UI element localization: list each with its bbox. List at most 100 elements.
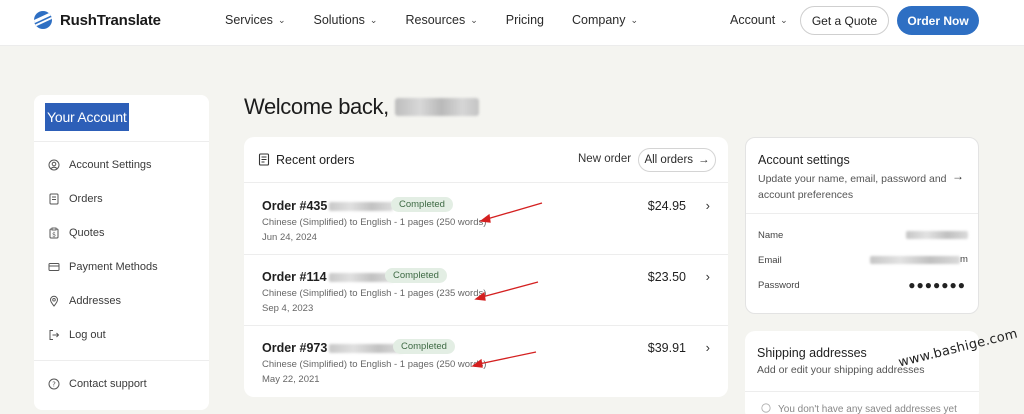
welcome-heading: Welcome back, (244, 94, 479, 120)
redacted-order-id (329, 201, 394, 211)
all-orders-label: All orders (644, 154, 694, 166)
receipt-icon (258, 153, 270, 171)
order-description: Chinese (Simplified) to English - 1 page… (262, 217, 487, 228)
order-number-text: Order #114 (262, 270, 327, 284)
svg-text:$: $ (52, 232, 56, 239)
sidebar-item-log-out[interactable]: Log out (48, 329, 106, 341)
status-badge: Completed (391, 197, 453, 212)
nav-services[interactable]: Services ⌄ (225, 13, 285, 27)
divider (34, 141, 209, 142)
arrow-right-icon[interactable]: → (952, 169, 964, 183)
chevron-down-icon: ⌄ (277, 14, 286, 25)
recent-orders-title: Recent orders (276, 153, 355, 167)
email-tail: m (960, 254, 968, 265)
order-price: $24.95 (647, 199, 686, 213)
sidebar-item-label: Orders (69, 193, 103, 205)
chevron-down-icon: ⌄ (780, 14, 788, 25)
order-row[interactable]: Order #435 Completed Chinese (Simplified… (244, 184, 728, 255)
empty-text: You don't have any saved addresses yet (778, 404, 957, 414)
sidebar-item-orders[interactable]: Orders (48, 193, 103, 205)
divider (746, 213, 978, 214)
new-order-link[interactable]: New order (578, 153, 631, 165)
redacted-email-value (870, 256, 960, 264)
order-row[interactable]: Order #973 Completed Chinese (Simplified… (244, 326, 728, 397)
contact-support-label: Contact support (69, 378, 147, 390)
account-settings-title: Account settings (758, 153, 850, 167)
chevron-down-icon: ⌄ (369, 14, 378, 25)
order-price: $23.50 (647, 270, 686, 284)
sidebar-item-label: Log out (69, 329, 106, 341)
order-number-text: Order #973 (262, 341, 328, 355)
chevron-down-icon: ⌄ (630, 14, 639, 25)
order-price: $39.91 (647, 341, 686, 355)
chevron-right-icon[interactable]: › (706, 269, 710, 284)
sidebar-item-label: Payment Methods (69, 261, 158, 273)
nav-label: Company (571, 13, 626, 27)
divider (745, 391, 979, 392)
order-row[interactable]: Order #114 Completed Chinese (Simplified… (244, 255, 728, 326)
recent-orders-card: Recent orders New order All orders → Ord… (244, 137, 728, 397)
clipboard-icon: $ (48, 227, 60, 239)
sidebar-item-label: Quotes (69, 227, 105, 239)
password-label: Password (758, 280, 800, 291)
status-badge: Completed (393, 339, 455, 354)
order-number-text: Order #435 (262, 199, 328, 213)
sidebar-item-label: Account Settings (69, 159, 152, 171)
order-date: Sep 4, 2023 (262, 303, 314, 314)
brand-name: RushTranslate (60, 11, 161, 29)
order-description: Chinese (Simplified) to English - 1 page… (262, 288, 487, 299)
sidebar-item-label: Addresses (69, 295, 121, 307)
order-number: Order #973 (262, 341, 404, 355)
account-menu[interactable]: Account ⌄ (730, 13, 788, 27)
nav-label: Services (225, 13, 273, 27)
document-icon (48, 193, 60, 205)
nav-pricing[interactable]: Pricing (506, 13, 544, 27)
order-date: May 22, 2021 (262, 374, 320, 385)
shipping-title: Shipping addresses (757, 346, 867, 360)
redacted-name-value (906, 231, 968, 239)
order-date: Jun 24, 2024 (262, 232, 317, 243)
password-value: ●●●●●●● (908, 278, 966, 292)
account-settings-card[interactable]: Account settings Update your name, email… (745, 137, 979, 314)
globe-logo-icon (34, 11, 52, 29)
credit-card-icon (48, 261, 60, 273)
get-quote-button[interactable]: Get a Quote (800, 6, 889, 35)
sidebar-item-addresses[interactable]: Addresses (48, 295, 121, 307)
location-pin-icon (48, 295, 60, 307)
nav-resources[interactable]: Resources ⌄ (405, 13, 477, 27)
name-label: Name (758, 230, 784, 241)
nav-label: Solutions (313, 13, 365, 27)
account-settings-subtitle: Update your name, email, password and ac… (758, 173, 947, 201)
top-navigation-bar: RushTranslate Services ⌄ Solutions ⌄ Resou… (0, 0, 1024, 46)
nav-company[interactable]: Company ⌄ (572, 13, 638, 27)
recent-orders-header: Recent orders New order All orders → (244, 137, 728, 183)
order-number: Order #435 (262, 199, 394, 213)
sidebar-item-quotes[interactable]: $ Quotes (48, 227, 104, 239)
user-circle-icon (48, 159, 60, 171)
email-label: Email (758, 255, 782, 266)
sidebar-item-account-settings[interactable]: Account Settings (48, 159, 152, 171)
chevron-right-icon[interactable]: › (706, 340, 710, 355)
sidebar-title: Your Account (45, 103, 129, 131)
nav-solutions[interactable]: Solutions ⌄ (313, 13, 377, 27)
brand-logo[interactable]: RushTranslate (34, 11, 161, 29)
welcome-text: Welcome back, (244, 94, 389, 119)
contact-support-link[interactable]: ? Contact support (48, 378, 147, 390)
status-badge: Completed (385, 268, 447, 283)
order-now-button[interactable]: Order Now (897, 6, 979, 35)
help-circle-icon: ? (48, 378, 60, 390)
account-sidebar: Your Account Account Settings Orders $ Q… (34, 95, 209, 410)
divider (34, 360, 209, 361)
order-description: Chinese (Simplified) to English - 1 page… (262, 359, 487, 370)
svg-text:?: ? (52, 381, 56, 389)
logout-icon (48, 329, 60, 341)
nav-label: Resources (405, 13, 466, 27)
account-label: Account (730, 13, 776, 27)
nav-label: Pricing (505, 13, 544, 27)
chevron-right-icon[interactable]: › (706, 198, 710, 213)
all-orders-button[interactable]: All orders → (638, 148, 716, 172)
shipping-empty-state: You don't have any saved addresses yet (761, 403, 957, 414)
redacted-order-id (328, 272, 393, 282)
sidebar-item-payment-methods[interactable]: Payment Methods (48, 261, 158, 273)
redacted-user-name (394, 98, 479, 116)
